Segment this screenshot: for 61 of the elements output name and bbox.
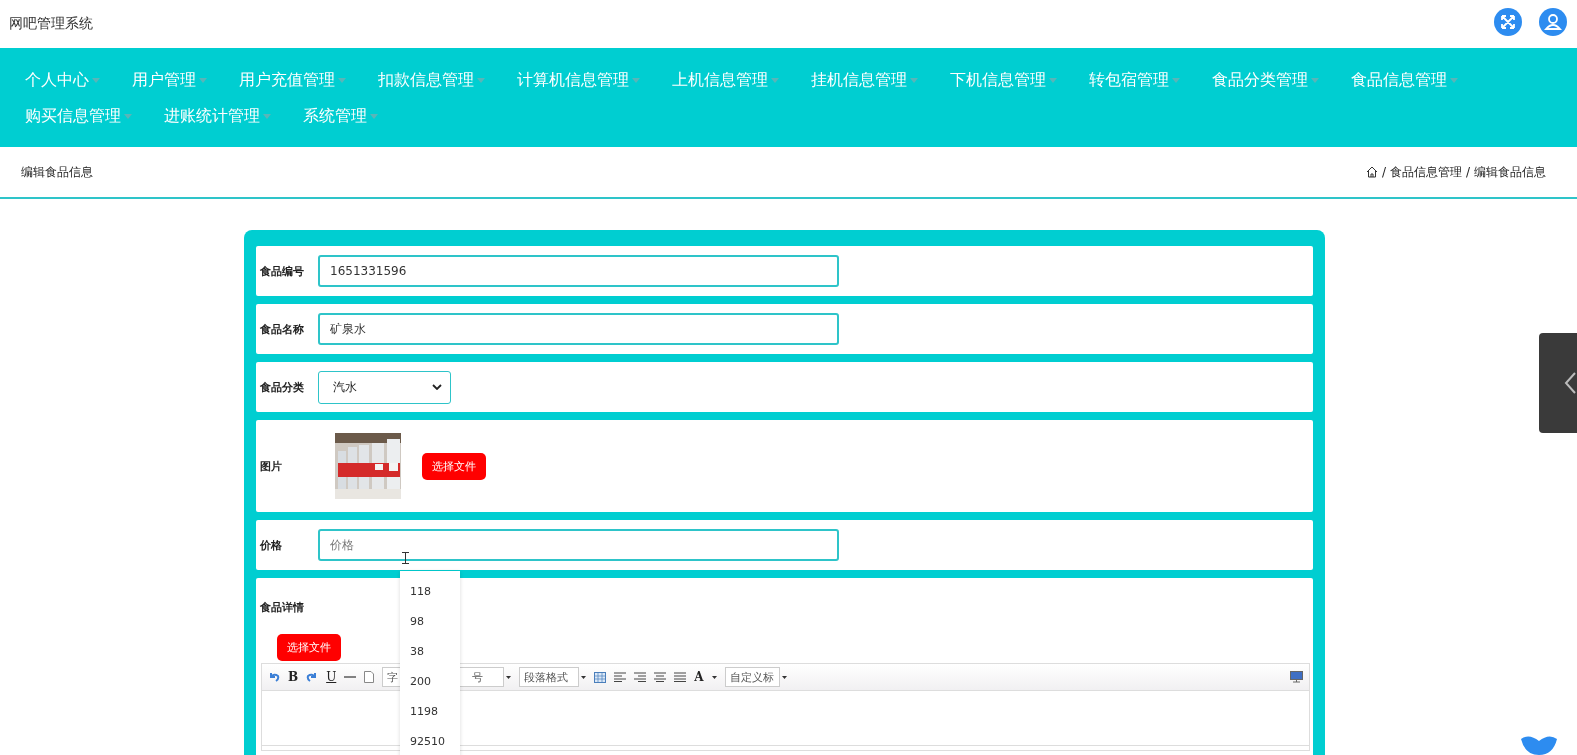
- caret-icon: [771, 77, 779, 83]
- page-icon[interactable]: [364, 671, 375, 683]
- suggestion-item[interactable]: 1198: [400, 697, 460, 727]
- input-field[interactable]: 价格: [318, 529, 839, 561]
- caret-icon: [199, 77, 207, 83]
- bold-button[interactable]: B: [288, 670, 299, 684]
- align-icon[interactable]: [634, 672, 647, 682]
- suggestion-item[interactable]: 92510: [400, 727, 460, 755]
- custom-title-select[interactable]: 自定义标: [724, 667, 780, 687]
- choose-file-button[interactable]: 选择文件: [277, 634, 341, 661]
- field-label: 价格: [260, 537, 283, 553]
- breadcrumb-separator: /: [1465, 165, 1470, 179]
- site-title: 网吧管理系统: [9, 15, 93, 33]
- side-panel-toggle[interactable]: [1539, 333, 1577, 433]
- breadcrumb-link[interactable]: 食品信息管理: [1389, 163, 1462, 181]
- caret-icon: [632, 77, 640, 83]
- field-label: 食品分类: [260, 379, 305, 395]
- table-icon[interactable]: [594, 671, 607, 683]
- caret-icon: [1311, 77, 1319, 83]
- undo-icon[interactable]: [268, 671, 280, 683]
- align-icon[interactable]: [654, 672, 667, 682]
- font-color-button[interactable]: A: [694, 670, 704, 684]
- monitor-icon[interactable]: [1290, 671, 1303, 683]
- choose-file-button[interactable]: 选择文件: [422, 452, 486, 480]
- chevron-left-icon: [1563, 371, 1577, 395]
- field-label: 食品编号: [260, 263, 305, 279]
- caret-icon: [1450, 77, 1458, 83]
- text-cursor-icon: [402, 552, 409, 564]
- caret-icon: [711, 675, 717, 679]
- caret-icon: [124, 113, 132, 119]
- field-label: 食品名称: [260, 321, 305, 337]
- page-title: 编辑食品信息: [21, 163, 93, 181]
- suggestion-item[interactable]: 118: [400, 577, 460, 607]
- underline-button[interactable]: U: [326, 670, 337, 684]
- caret-icon: [1049, 77, 1057, 83]
- field-label: 食品详情: [260, 601, 304, 614]
- paragraph-format-select[interactable]: 段落格式: [519, 667, 580, 687]
- suggestion-item[interactable]: 98: [400, 607, 460, 637]
- caret-icon: [910, 77, 918, 83]
- caret-icon: [1172, 77, 1180, 83]
- input-field[interactable]: 矿泉水: [318, 313, 839, 345]
- caret-icon: [92, 77, 100, 83]
- select-field[interactable]: 汽水: [318, 370, 451, 404]
- redo-icon[interactable]: [306, 671, 319, 683]
- caret-icon: [370, 113, 378, 119]
- caret-icon: [338, 77, 346, 83]
- home-icon[interactable]: [1365, 166, 1378, 178]
- caret-icon: [581, 675, 587, 679]
- align-icon[interactable]: [674, 672, 687, 682]
- caret-icon: [263, 113, 271, 119]
- user-icon[interactable]: [1539, 8, 1567, 36]
- caret-icon: [781, 675, 787, 679]
- input-field[interactable]: 1651331596: [318, 255, 839, 287]
- align-icon[interactable]: [614, 672, 627, 682]
- chevron-down-icon: [432, 384, 442, 390]
- suggestion-item[interactable]: 38: [400, 637, 460, 667]
- caret-icon: [477, 77, 485, 83]
- field-label: 图片: [260, 458, 283, 474]
- breadcrumb-separator: /: [1381, 165, 1386, 179]
- fullscreen-icon[interactable]: [1494, 8, 1522, 36]
- caret-icon: [506, 675, 512, 679]
